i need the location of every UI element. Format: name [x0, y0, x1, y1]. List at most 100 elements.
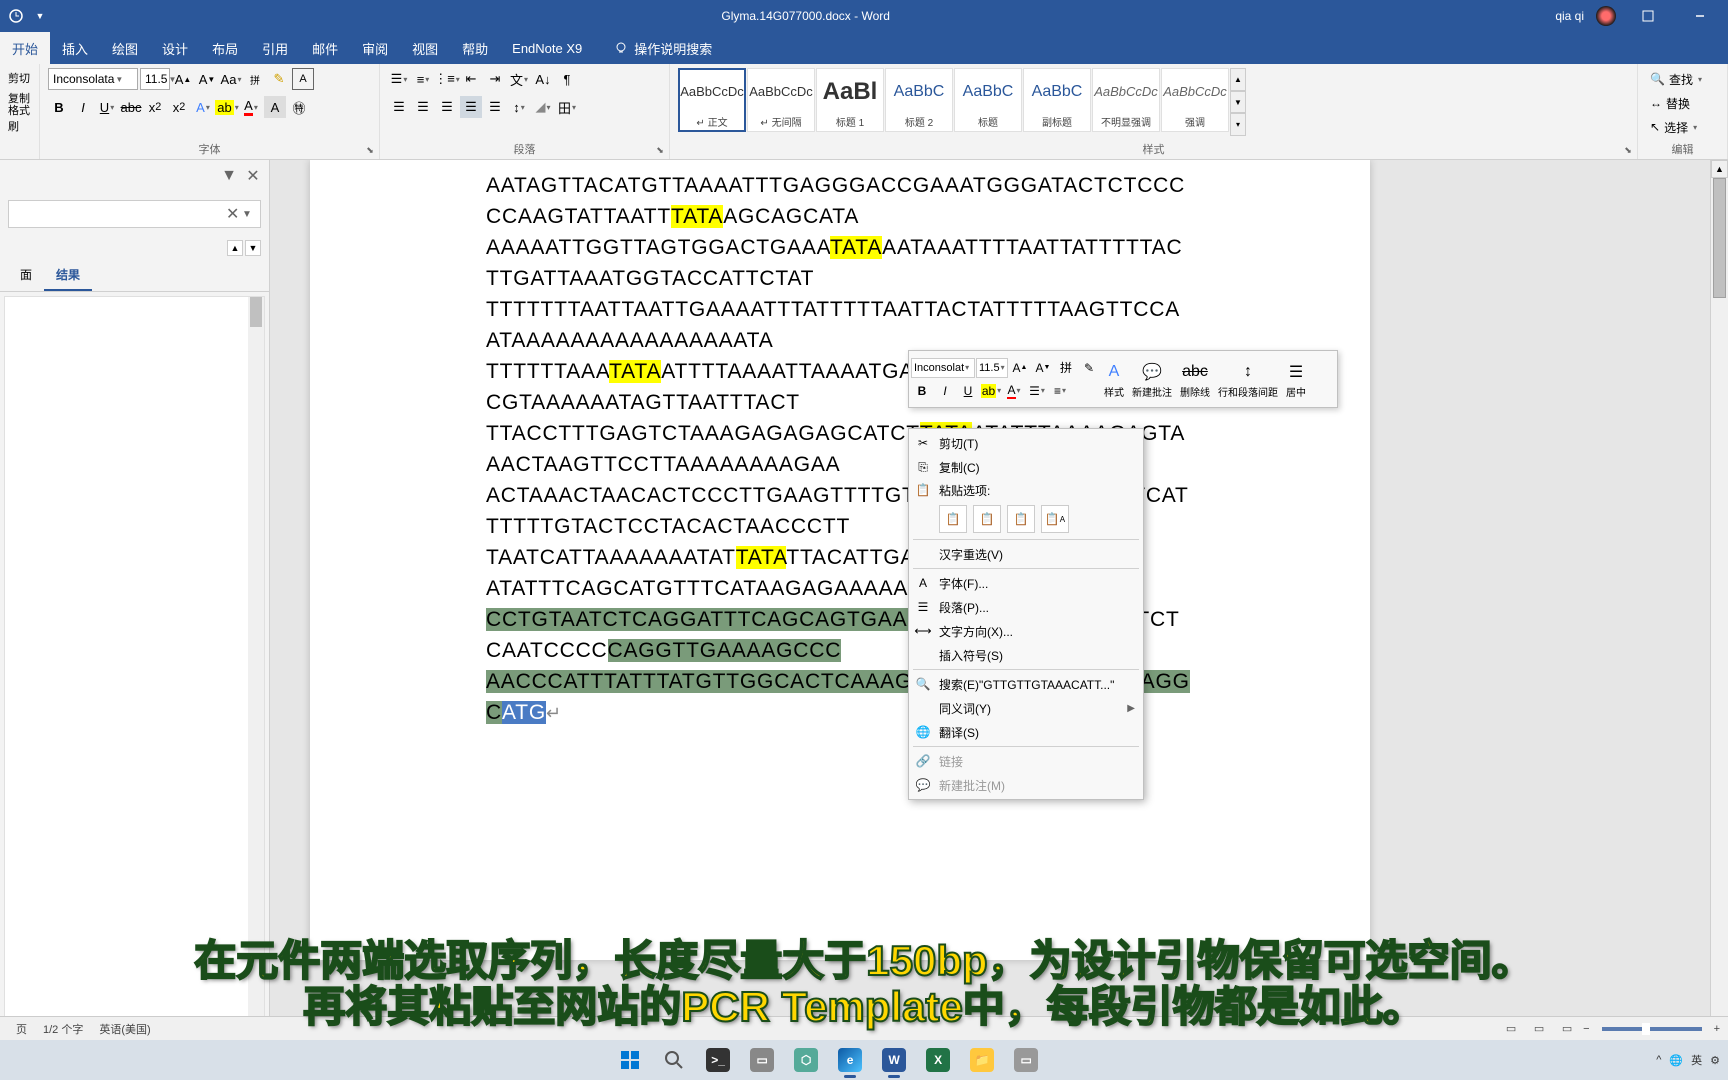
- ctx-ime-reconvert[interactable]: 汉字重选(V): [909, 542, 1143, 566]
- text-effects-button[interactable]: A▾: [192, 96, 214, 118]
- mini-font-combo[interactable]: Inconsolat▾: [911, 358, 975, 378]
- mini-grow-font-button[interactable]: A▲: [1009, 357, 1031, 379]
- vertical-scrollbar[interactable]: ▲ ▼: [1710, 160, 1728, 1040]
- ctx-synonyms[interactable]: 同义词(Y) ▶: [909, 696, 1143, 720]
- font-color-button[interactable]: A▾: [240, 96, 262, 118]
- show-marks-button[interactable]: ¶: [556, 68, 578, 90]
- document-page[interactable]: AATAGTTACATGTTAAAATTTGAGGGACCGAAATGGGATA…: [310, 160, 1370, 960]
- find-button[interactable]: 🔍查找▾: [1646, 68, 1719, 90]
- taskbar-search-button[interactable]: [654, 1040, 694, 1080]
- tray-settings-icon[interactable]: ⚙: [1710, 1054, 1720, 1067]
- nav-tab-headings[interactable]: 面: [8, 260, 44, 291]
- mini-numbering-button[interactable]: ≡▾: [1049, 380, 1071, 402]
- view-print-layout-button[interactable]: ▭: [1527, 1019, 1551, 1039]
- style-heading1[interactable]: AaBl标题 1: [816, 68, 884, 132]
- zoom-in-button[interactable]: +: [1714, 1023, 1720, 1035]
- nav-search-clear-icon[interactable]: ✕: [226, 204, 242, 224]
- shading-button[interactable]: ◢▾: [532, 96, 554, 118]
- paste-keep-source-button[interactable]: 📋: [939, 505, 967, 533]
- underline-button[interactable]: U▾: [96, 96, 118, 118]
- paste-merge-button[interactable]: 📋: [973, 505, 1001, 533]
- task-app2[interactable]: ⬡: [786, 1040, 826, 1080]
- tab-home[interactable]: 开始: [0, 32, 50, 64]
- user-avatar[interactable]: [1596, 6, 1616, 26]
- bold-button[interactable]: B: [48, 96, 70, 118]
- tab-help[interactable]: 帮助: [450, 32, 500, 64]
- numbering-button[interactable]: ≡▾: [412, 68, 434, 90]
- mini-comment-button[interactable]: 💬新建批注: [1128, 354, 1176, 404]
- sort-button[interactable]: A↓: [532, 68, 554, 90]
- autosave-icon[interactable]: [8, 8, 24, 24]
- view-web-layout-button[interactable]: ▭: [1555, 1019, 1579, 1039]
- enclose-char-button[interactable]: ㊕: [288, 96, 310, 118]
- nav-search-input[interactable]: [13, 207, 226, 221]
- mini-font-color-button[interactable]: A▾: [1003, 380, 1025, 402]
- task-excel[interactable]: X: [918, 1040, 958, 1080]
- line-spacing-button[interactable]: ↕▾: [508, 96, 530, 118]
- view-read-mode-button[interactable]: ▭: [1499, 1019, 1523, 1039]
- paste-picture-button[interactable]: 📋: [1007, 505, 1035, 533]
- asian-layout-button[interactable]: 文▾: [508, 68, 530, 90]
- start-button[interactable]: [610, 1040, 650, 1080]
- nav-search-box[interactable]: ✕ ▼: [8, 200, 261, 228]
- mini-shrink-font-button[interactable]: A▼: [1032, 357, 1054, 379]
- styles-gallery[interactable]: AaBbCcDc↵ 正文 AaBbCcDc↵ 无间隔 AaBl标题 1 AaBb…: [678, 68, 1246, 136]
- status-language[interactable]: 英语(美国): [91, 1021, 158, 1037]
- task-edge[interactable]: e: [830, 1040, 870, 1080]
- tab-view[interactable]: 视图: [400, 32, 450, 64]
- gallery-more-button[interactable]: ▾: [1230, 113, 1246, 136]
- nav-scroll-thumb[interactable]: [250, 297, 262, 327]
- gallery-up-button[interactable]: ▲: [1230, 68, 1246, 91]
- font-size-combo[interactable]: 11.5▼: [140, 68, 170, 90]
- select-button[interactable]: ↖选择▾: [1646, 116, 1719, 138]
- mini-center-button[interactable]: ☰居中: [1282, 354, 1310, 404]
- task-app3[interactable]: ▭: [1006, 1040, 1046, 1080]
- tab-endnote[interactable]: EndNote X9: [500, 32, 594, 64]
- minimize-button[interactable]: [1680, 0, 1720, 32]
- tab-review[interactable]: 审阅: [350, 32, 400, 64]
- styles-dialog-launcher[interactable]: ⬊: [1621, 143, 1635, 157]
- tray-ime-icon[interactable]: 英: [1691, 1052, 1702, 1068]
- nav-next-result-button[interactable]: ▼: [245, 240, 261, 256]
- scroll-up-button[interactable]: ▲: [1711, 160, 1728, 178]
- align-center-button[interactable]: ☰: [412, 96, 434, 118]
- highlight-color-button[interactable]: ab▾: [216, 96, 238, 118]
- ctx-search[interactable]: 🔍 搜索(E)"GTTGTTGTAAACATT...": [909, 672, 1143, 696]
- tab-references[interactable]: 引用: [250, 32, 300, 64]
- font-dialog-launcher[interactable]: ⬊: [363, 143, 377, 157]
- italic-button[interactable]: I: [72, 96, 94, 118]
- tab-mailings[interactable]: 邮件: [300, 32, 350, 64]
- style-normal[interactable]: AaBbCcDc↵ 正文: [678, 68, 746, 132]
- nav-close-icon[interactable]: ✕: [245, 168, 261, 184]
- task-word[interactable]: W: [874, 1040, 914, 1080]
- task-terminal[interactable]: >_: [698, 1040, 738, 1080]
- nav-scrollbar[interactable]: [248, 297, 264, 1035]
- task-explorer[interactable]: 📁: [962, 1040, 1002, 1080]
- tab-insert[interactable]: 插入: [50, 32, 100, 64]
- status-word-count[interactable]: 1/2 个字: [35, 1021, 91, 1037]
- nav-prev-result-button[interactable]: ▲: [227, 240, 243, 256]
- tray-chevron-icon[interactable]: ^: [1656, 1054, 1661, 1066]
- ribbon-display-icon[interactable]: [1628, 0, 1668, 32]
- align-right-button[interactable]: ☰: [436, 96, 458, 118]
- style-subtitle[interactable]: AaBbC副标题: [1023, 68, 1091, 132]
- paste-text-only-button[interactable]: 📋A: [1041, 505, 1069, 533]
- grow-font-button[interactable]: A▲: [172, 68, 194, 90]
- align-left-button[interactable]: ☰: [388, 96, 410, 118]
- ctx-text-direction[interactable]: ⟷ 文字方向(X)...: [909, 619, 1143, 643]
- status-page[interactable]: 页: [8, 1021, 35, 1037]
- zoom-slider[interactable]: [1602, 1027, 1702, 1031]
- tab-design[interactable]: 设计: [150, 32, 200, 64]
- distribute-button[interactable]: ☰: [484, 96, 506, 118]
- mini-styles-button[interactable]: A样式: [1100, 354, 1128, 404]
- shrink-font-button[interactable]: A▼: [196, 68, 218, 90]
- style-title[interactable]: AaBbC标题: [954, 68, 1022, 132]
- ctx-insert-symbol[interactable]: 插入符号(S): [909, 643, 1143, 667]
- borders-button[interactable]: 田▾: [556, 96, 578, 118]
- ctx-copy[interactable]: ⎘ 复制(C): [909, 455, 1143, 479]
- char-shading-button[interactable]: A: [264, 96, 286, 118]
- mini-bold-button[interactable]: B: [911, 380, 933, 402]
- cut-button[interactable]: 剪切: [8, 68, 31, 88]
- nav-search-dropdown-icon[interactable]: ▼: [242, 209, 256, 220]
- nav-dropdown-icon[interactable]: ▼: [221, 168, 237, 184]
